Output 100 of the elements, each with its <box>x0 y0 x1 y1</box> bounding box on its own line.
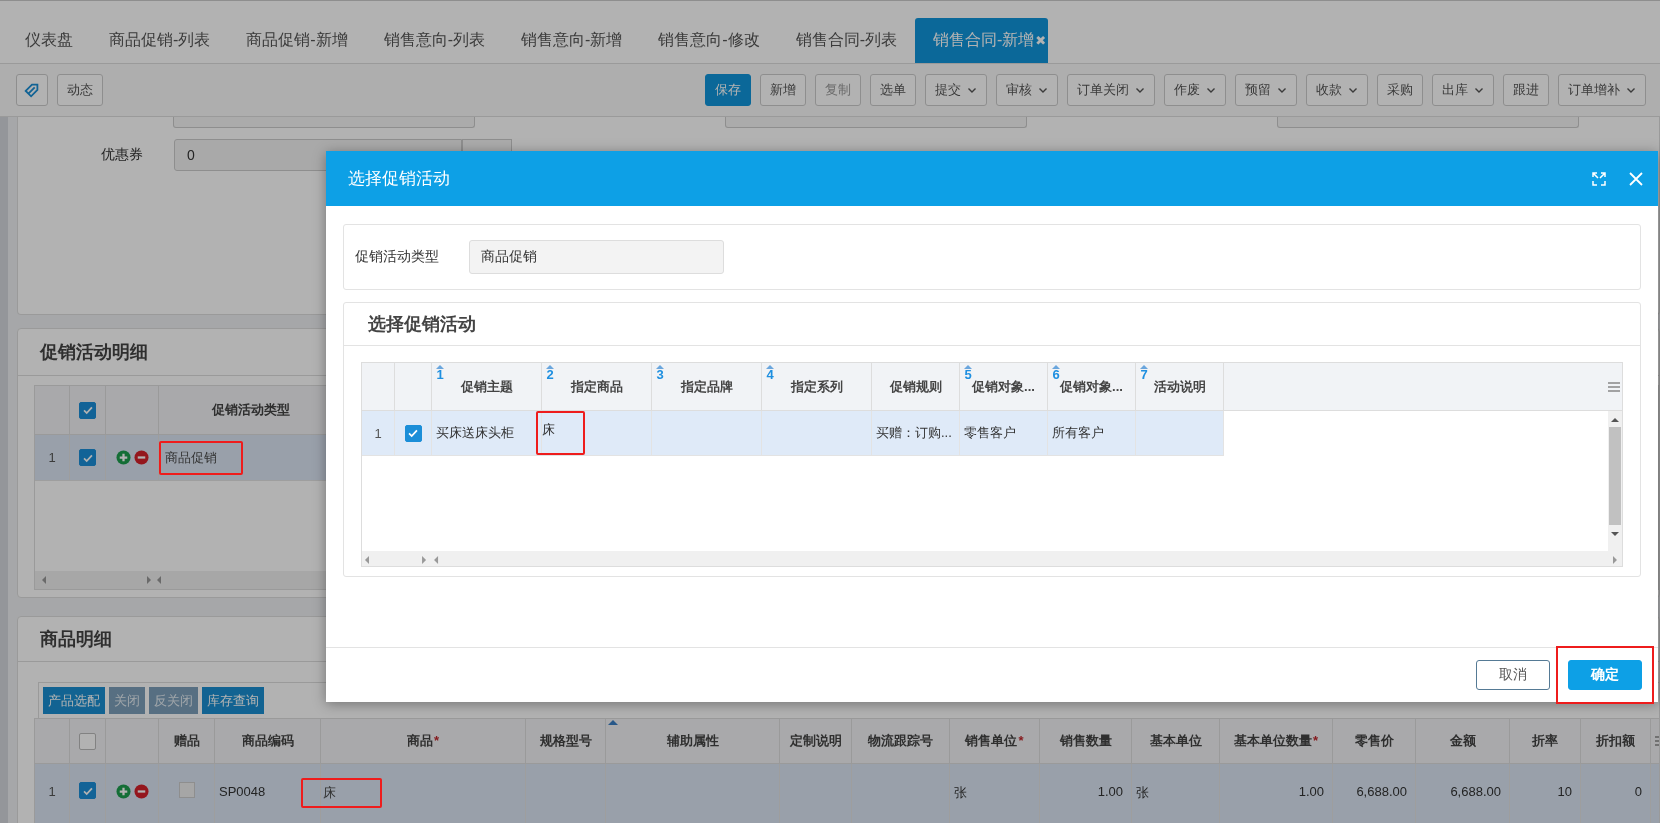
section-title: 选择促销活动 <box>368 313 476 336</box>
sort-order-number: 6 <box>1052 369 1060 381</box>
close-icon <box>1628 170 1644 187</box>
sort-caret-icon <box>608 719 618 725</box>
column-header[interactable]: 销售单位* <box>965 732 1024 750</box>
checkbox[interactable] <box>79 449 96 466</box>
column-header[interactable]: 指定系列 <box>790 377 843 396</box>
column-header[interactable]: 促销对象... <box>972 377 1035 396</box>
toolbar-button[interactable]: 跟进 <box>1503 74 1549 106</box>
close-button[interactable]: ✖ <box>1035 33 1047 48</box>
tab[interactable]: 商品促销-列表 <box>91 18 229 63</box>
tag-button[interactable] <box>16 74 48 106</box>
chevron-down-icon <box>1135 85 1145 95</box>
dialog-title: 选择促销活动 <box>348 168 450 190</box>
column-header[interactable]: 赠品 <box>173 732 200 750</box>
column-header[interactable]: 促销规则 <box>889 377 942 396</box>
column-header[interactable]: 商品* <box>406 732 440 750</box>
cell-text: 买床送床头柜 <box>435 424 515 442</box>
row-number: 1 <box>48 450 56 465</box>
grid-button[interactable]: 产品选配 <box>43 687 105 714</box>
tab[interactable]: 仪表盘 <box>7 18 91 63</box>
chevron-down-icon <box>1474 85 1484 95</box>
column-header[interactable]: 指定品牌 <box>680 377 733 396</box>
column-header[interactable]: 基本单位数量* <box>1233 732 1319 750</box>
column-header[interactable]: 促销活动类型 <box>212 401 290 419</box>
menu-icon <box>1608 381 1620 392</box>
tab[interactable]: 销售合同-新增✖ <box>914 18 1049 63</box>
cell-text: 买赠：订购... <box>875 424 953 442</box>
checkbox[interactable] <box>404 424 422 442</box>
field-label: 优惠券 <box>100 146 144 164</box>
toolbar-button[interactable]: 新增 <box>760 74 806 106</box>
input-field[interactable] <box>1277 117 1579 128</box>
column-header[interactable]: 销售数量 <box>1059 732 1112 750</box>
toolbar-button[interactable]: 采购 <box>1377 74 1423 106</box>
input-field[interactable] <box>173 117 475 128</box>
dialog-button[interactable]: 确定 <box>1568 660 1642 690</box>
column-header[interactable]: 促销对象... <box>1060 377 1123 396</box>
required-mark: * <box>1018 733 1024 748</box>
toolbar-button[interactable]: 审核 <box>996 74 1058 106</box>
toolbar-button[interactable]: 提交 <box>925 74 987 106</box>
plus-icon <box>115 450 131 465</box>
toolbar-button[interactable]: 出库 <box>1432 74 1494 106</box>
toolbar-button[interactable]: 收款 <box>1306 74 1368 106</box>
checkbox[interactable] <box>79 782 96 799</box>
cell-text: 零售客户 <box>963 424 1017 442</box>
row-number: 1 <box>374 425 382 441</box>
cell-text: 张 <box>953 784 968 802</box>
input-field[interactable]: 商品促销 <box>469 240 724 274</box>
cell-text: SP0048 <box>218 784 267 799</box>
toolbar-button[interactable]: 订单增补 <box>1558 74 1646 106</box>
section-title: 促销活动明细 <box>40 341 148 364</box>
column-header[interactable]: 物流跟踪号 <box>868 732 933 750</box>
chevron-down-icon <box>1626 85 1636 95</box>
toolbar-button[interactable]: 预留 <box>1235 74 1297 106</box>
cell-text: 0 <box>1633 784 1643 799</box>
sort-order-number: 3 <box>656 369 664 381</box>
checkbox[interactable] <box>178 782 195 798</box>
column-header[interactable]: 商品编码 <box>241 732 294 750</box>
toolbar-button[interactable]: 动态 <box>57 74 103 106</box>
input-field[interactable] <box>725 117 1027 128</box>
column-header[interactable]: 基本单位 <box>1149 732 1202 750</box>
sort-arrow-icon <box>1140 364 1148 369</box>
column-header[interactable]: 定制说明 <box>789 732 842 750</box>
column-header[interactable]: 辅助属性 <box>666 732 719 750</box>
checkbox[interactable] <box>79 401 96 419</box>
toolbar-button[interactable]: 保存 <box>705 74 751 106</box>
sort-arrow-icon <box>656 364 664 369</box>
column-header[interactable]: 零售价 <box>1354 732 1394 750</box>
toolbar-button[interactable]: 作废 <box>1164 74 1226 106</box>
sort-arrow-icon <box>964 364 972 369</box>
column-header[interactable]: 规格型号 <box>539 732 592 750</box>
chevron-down-icon <box>1348 85 1358 95</box>
field-label: 促销活动类型 <box>355 248 440 266</box>
cell-text: 张 <box>1135 784 1150 802</box>
tab[interactable]: 销售意向-列表 <box>365 18 503 63</box>
tab[interactable]: 销售合同-列表 <box>777 18 915 63</box>
grid-button[interactable]: 库存查询 <box>202 687 264 714</box>
section-title: 商品明细 <box>40 628 112 651</box>
tab[interactable]: 商品促销-新增 <box>228 18 366 63</box>
column-header[interactable]: 折扣额 <box>1596 732 1635 750</box>
column-header[interactable]: 指定商品 <box>570 377 623 396</box>
toolbar-button[interactable]: 选单 <box>870 74 916 106</box>
chevron-down-icon <box>1206 85 1216 95</box>
cell-text: 1.00 <box>1096 784 1124 799</box>
row-number: 1 <box>48 784 56 799</box>
table-row[interactable]: 1 SP0048 床 张 1.00 张 1.00 6,688.00 6,688.00 10 0 <box>35 764 1659 823</box>
column-header[interactable]: 金额 <box>1449 732 1476 750</box>
cell-text: 6,688.00 <box>1355 784 1408 799</box>
plus-icon <box>115 784 131 799</box>
minus-icon <box>133 784 149 799</box>
dialog-button[interactable]: 取消 <box>1476 660 1550 690</box>
column-header[interactable]: 促销主题 <box>460 377 513 396</box>
toolbar-button[interactable]: 订单关闭 <box>1067 74 1155 106</box>
column-header[interactable]: 折率 <box>1532 732 1558 750</box>
table-row[interactable]: 1 买床送床头柜 床 买赠：订购... 零售客户 所有客户 <box>362 411 1224 456</box>
column-header[interactable]: 活动说明 <box>1153 377 1206 396</box>
checkbox[interactable] <box>79 732 96 750</box>
header-cell[interactable]: 辅助属性 <box>606 719 780 763</box>
tab[interactable]: 销售意向-修改 <box>640 18 778 63</box>
tab[interactable]: 销售意向-新增 <box>503 18 641 63</box>
